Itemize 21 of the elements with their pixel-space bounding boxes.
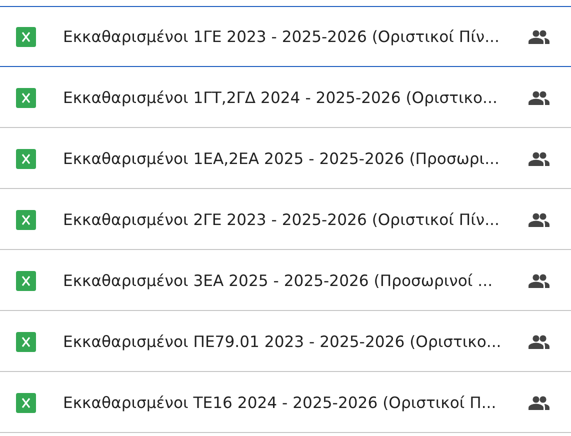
file-row[interactable]: Εκκαθαρισμένοι 1ΓΤ,2ΓΔ 2024 - 2025-2026 (Οριστικο...	[0, 67, 571, 128]
file-row[interactable]: Εκκαθαρισμένοι ΠΕ79.01 2023 - 2025-2026 (Οριστικο...	[0, 311, 571, 372]
spreadsheet-icon	[16, 270, 36, 290]
file-row[interactable]: Εκκαθαρισμένοι 1ΓΕ 2023 - 2025-2026 (Οριστικοί Πίν...	[0, 6, 571, 67]
spreadsheet-icon	[16, 26, 36, 46]
file-name: Εκκαθαρισμένοι 1ΓΤ,2ΓΔ 2024 - 2025-2026 (Οριστικο...	[63, 88, 498, 106]
file-name: Εκκαθαρισμένοι ΠΕ79.01 2023 - 2025-2026 (Οριστικο...	[63, 332, 502, 350]
file-name: Εκκαθαρισμένοι 2ΓΕ 2023 - 2025-2026 (Οριστικοί Πίν...	[63, 210, 500, 228]
spreadsheet-icon	[16, 332, 36, 352]
file-row[interactable]: Εκκαθαρισμένοι 2ΓΕ 2023 - 2025-2026 (Οριστικοί Πίν...	[0, 189, 571, 250]
file-row[interactable]: Εκκαθαρισμένοι ΤΕ16 2024 - 2025-2026 (Οριστικοί Π...	[0, 372, 571, 433]
file-name: Εκκαθαρισμένοι 1ΕΑ,2ΕΑ 2025 - 2025-2026 (Προσωρι...	[63, 150, 500, 168]
file-row[interactable]: Εκκαθαρισμένοι 3ΕΑ 2025 - 2025-2026 (Προσωρινοί ...	[0, 250, 571, 311]
spreadsheet-icon	[16, 392, 36, 412]
file-name: Εκκαθαρισμένοι ΤΕ16 2024 - 2025-2026 (Οριστικοί Π...	[63, 394, 498, 412]
file-row[interactable]: Εκκαθαρισμένοι 1ΕΑ,2ΕΑ 2025 - 2025-2026 (Προσωρι...	[0, 128, 571, 189]
spreadsheet-icon	[16, 88, 36, 108]
spreadsheet-icon	[16, 210, 36, 230]
file-name: Εκκαθαρισμένοι 1ΓΕ 2023 - 2025-2026 (Οριστικοί Πίν...	[63, 28, 500, 46]
file-name: Εκκαθαρισμένοι 3ΕΑ 2025 - 2025-2026 (Προσωρινοί ...	[63, 272, 494, 290]
spreadsheet-icon	[16, 148, 36, 168]
